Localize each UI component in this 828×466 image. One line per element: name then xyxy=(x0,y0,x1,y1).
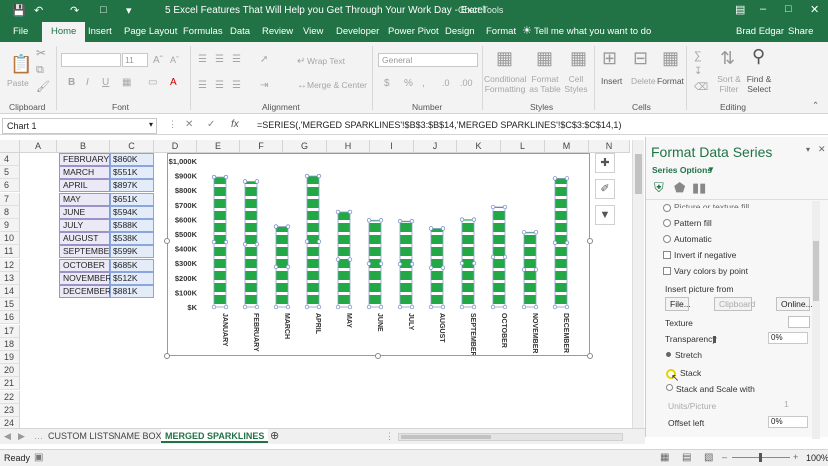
sheet-tab-custom-lists[interactable]: CUSTOM LISTS xyxy=(48,431,114,441)
horizontal-scrollbar-thumb[interactable] xyxy=(401,435,491,439)
automatic-option[interactable]: Automatic xyxy=(674,234,712,244)
pattern-fill-radio[interactable] xyxy=(663,219,671,227)
series-options-dropdown[interactable]: Series Options xyxy=(652,165,712,175)
clipboard-button[interactable]: Clipboard xyxy=(714,297,755,311)
autosum-icon[interactable]: ∑ xyxy=(694,50,702,62)
status-bar: Ready ▣ ▦ ▤ ▧ – + 100% xyxy=(0,449,828,466)
transparency-input[interactable]: 0% xyxy=(768,332,808,344)
format-button[interactable]: Format xyxy=(657,76,684,86)
share-button[interactable]: Share xyxy=(788,26,813,37)
fill-icon[interactable]: ↧ xyxy=(694,66,702,77)
insert-picture-from-label: Insert picture from xyxy=(665,284,734,294)
page-break-view-icon[interactable]: ▧ xyxy=(704,452,713,463)
online-button[interactable]: Online... xyxy=(776,297,813,311)
chart-resize-handle-bottom[interactable] xyxy=(375,353,381,359)
series-options-icon[interactable]: ▮▮ xyxy=(692,180,706,196)
new-sheet-icon[interactable]: ⊕ xyxy=(270,429,279,442)
sheet-tabs: ◀ ▶ … CUSTOM LISTS NAME BOX MERGED SPARK… xyxy=(0,428,645,444)
maximize-icon[interactable]: □ xyxy=(785,3,792,15)
transparency-slider[interactable] xyxy=(713,336,716,343)
invert-negative-option[interactable]: Invert if negative xyxy=(674,250,736,260)
prev-sheet-icon[interactable]: ◀ xyxy=(4,431,11,442)
pattern-fill-option[interactable]: Pattern fill xyxy=(674,218,712,228)
offset-left-label: Offset left xyxy=(668,418,705,428)
zoom-level[interactable]: 100% xyxy=(806,453,828,463)
vary-colors-checkbox[interactable] xyxy=(663,267,671,275)
series-options-chevron-icon[interactable]: ▼ xyxy=(707,165,715,174)
horizontal-scrollbar[interactable] xyxy=(398,433,623,441)
format-cells-icon[interactable]: ▦ xyxy=(662,48,679,69)
stretch-radio[interactable] xyxy=(666,352,671,357)
fill-line-icon[interactable]: ⛨ xyxy=(654,180,664,196)
pane-options-icon[interactable]: ▾ xyxy=(806,145,810,154)
chart-elements-button[interactable]: ✚ xyxy=(595,153,615,173)
offset-left-input[interactable]: 0% xyxy=(768,416,808,428)
effects-icon[interactable]: ⬟ xyxy=(674,180,685,196)
ribbon-display-icon[interactable]: ▤ xyxy=(735,3,745,16)
vary-colors-option[interactable]: Vary colors by point xyxy=(674,266,748,276)
pane-scrollbar[interactable] xyxy=(812,201,820,439)
stack-scale-option[interactable]: Stack and Scale with xyxy=(676,384,755,394)
pane-title: Format Data Series xyxy=(651,144,773,160)
editing-group-label: Editing xyxy=(720,102,746,112)
user-name[interactable]: Brad Edgar xyxy=(736,26,784,37)
stack-scale-radio[interactable] xyxy=(666,384,673,391)
units-picture-input[interactable]: 1 xyxy=(784,399,789,409)
sheet-tabs-splitter-icon[interactable]: ⋮ xyxy=(385,431,394,442)
close-icon[interactable]: ✕ xyxy=(810,3,819,16)
zoom-out-icon[interactable]: – xyxy=(722,452,727,462)
divider xyxy=(646,199,828,200)
picture-fill-radio[interactable] xyxy=(663,204,671,212)
status-ready: Ready xyxy=(4,453,31,463)
zoom-slider-thumb[interactable] xyxy=(759,453,762,462)
page-layout-view-icon[interactable]: ▤ xyxy=(682,452,691,463)
texture-label: Texture xyxy=(665,318,693,328)
macro-record-icon[interactable]: ▣ xyxy=(34,452,43,463)
chart-resize-handle-bottom-right[interactable] xyxy=(587,353,593,359)
chart-filters-button[interactable]: ▼ xyxy=(595,205,615,225)
units-picture-label: Units/Picture xyxy=(668,401,717,411)
chart-area[interactable] xyxy=(167,153,590,356)
sort-filter-icon[interactable]: ⇅ xyxy=(720,48,735,69)
next-sheet-icon[interactable]: ▶ xyxy=(18,431,25,442)
picture-fill-option[interactable]: Picture or texture fill xyxy=(674,202,749,208)
chart-styles-button[interactable]: ✐ xyxy=(595,179,615,199)
chart-resize-handle-bottom-left[interactable] xyxy=(164,353,170,359)
invert-negative-checkbox[interactable] xyxy=(663,251,671,259)
sheet-tab-merged-sparklines[interactable]: MERGED SPARKLINES xyxy=(161,429,269,443)
sort-filter-button[interactable]: Sort & Filter xyxy=(716,74,742,94)
texture-picker[interactable] xyxy=(788,316,810,328)
find-select-icon[interactable]: ⚲ xyxy=(752,46,765,67)
stack-option[interactable]: Stack xyxy=(680,368,701,378)
find-select-button[interactable]: Find & Select xyxy=(744,74,774,94)
mouse-cursor-icon: ↖ xyxy=(671,373,680,384)
automatic-radio[interactable] xyxy=(663,235,671,243)
sheet-tab-name-box[interactable]: NAME BOX xyxy=(114,431,162,441)
file-button[interactable]: File... xyxy=(665,297,691,311)
clear-icon[interactable]: ⌫ xyxy=(694,82,708,93)
format-data-series-pane: Format Data Series ▾ ✕ Series Options ▼ … xyxy=(645,137,828,439)
minimize-icon[interactable]: – xyxy=(760,3,766,15)
divider xyxy=(686,46,687,110)
normal-view-icon[interactable]: ▦ xyxy=(660,452,669,463)
transparency-label: Transparency xyxy=(665,334,717,344)
chart-resize-handle-right[interactable] xyxy=(587,238,593,244)
collapse-ribbon-icon[interactable]: ⌃ xyxy=(812,100,819,111)
zoom-in-icon[interactable]: + xyxy=(793,452,798,462)
pane-close-icon[interactable]: ✕ xyxy=(818,144,826,155)
chart-resize-handle-left[interactable] xyxy=(164,238,170,244)
pane-scrollbar-thumb[interactable] xyxy=(813,241,819,301)
more-sheets-icon[interactable]: … xyxy=(34,431,43,441)
stretch-option[interactable]: Stretch xyxy=(675,350,702,360)
